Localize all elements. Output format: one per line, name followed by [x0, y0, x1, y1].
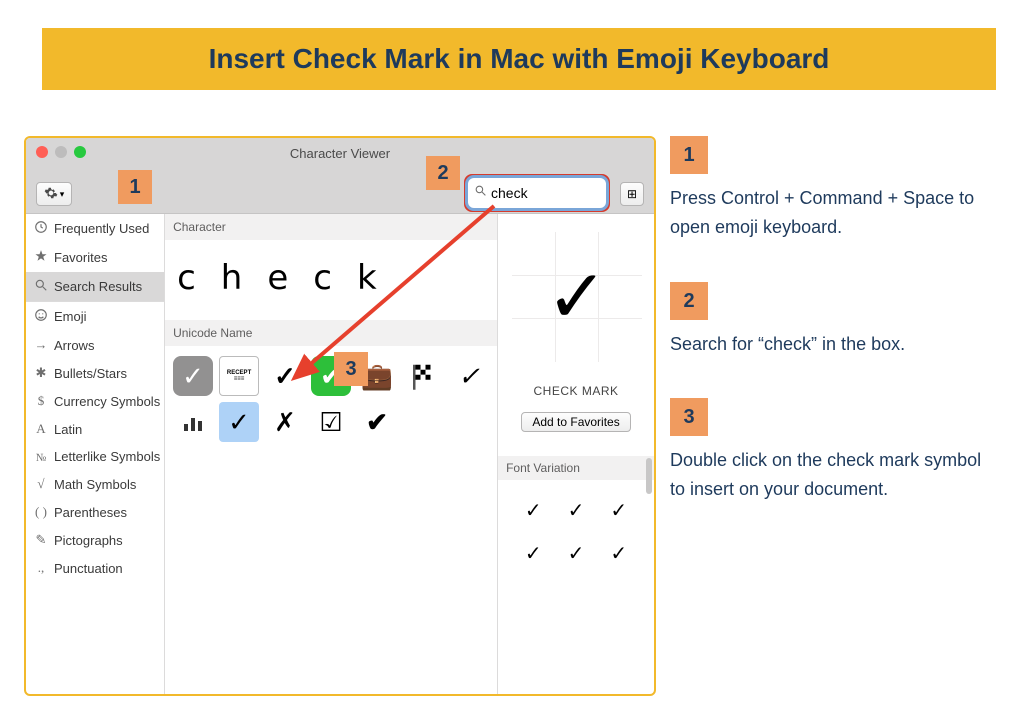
- add-to-favorites-button[interactable]: Add to Favorites: [521, 412, 630, 432]
- sidebar-item-label: Parentheses: [54, 505, 127, 520]
- result-light-check[interactable]: ✓: [449, 356, 489, 396]
- clock-icon: [34, 220, 48, 237]
- variation-glyph[interactable]: ✓: [568, 541, 585, 566]
- sidebar-item-label: Bullets/Stars: [54, 366, 127, 381]
- char-glyph[interactable]: c: [177, 258, 197, 298]
- variation-glyph[interactable]: ✓: [525, 541, 542, 566]
- smile-icon: [34, 308, 48, 325]
- sidebar-item-label: Search Results: [54, 279, 142, 294]
- step-1: 1 Press Control + Command + Space to ope…: [670, 136, 1000, 242]
- character-breakdown: check: [165, 240, 497, 320]
- sidebar: Frequently Used Favorites Search Results Em…: [26, 214, 165, 694]
- result-heavy-check[interactable]: ✓: [265, 356, 305, 396]
- step-number: 2: [670, 282, 708, 320]
- result-chart-bars[interactable]: [173, 402, 213, 442]
- sidebar-item-label: Punctuation: [54, 561, 123, 576]
- sidebar-item[interactable]: A Latin: [26, 415, 164, 443]
- asterisk-icon: ✱: [34, 365, 48, 381]
- quote-icon: .,: [34, 560, 48, 576]
- step-2: 2 Search for “check” in the box.: [670, 282, 1000, 359]
- sidebar-item[interactable]: Search Results: [26, 272, 164, 301]
- star-icon: [34, 249, 48, 266]
- sidebar-item[interactable]: № Letterlike Symbols: [26, 443, 164, 470]
- result-x-mark[interactable]: ✗: [265, 402, 305, 442]
- preview-panel: ✓ CHECK MARK Add to Favorites Font Varia…: [497, 214, 654, 694]
- result-ballot-box-check[interactable]: ✓: [173, 356, 213, 396]
- sidebar-item-label: Frequently Used: [54, 221, 149, 236]
- sidebar-item[interactable]: √ Math Symbols: [26, 470, 164, 498]
- sidebar-item[interactable]: ( ) Parentheses: [26, 498, 164, 526]
- char-glyph[interactable]: k: [357, 258, 378, 298]
- settings-menu-button[interactable]: ▾: [36, 182, 72, 206]
- step-text: Double click on the check mark symbol to…: [670, 446, 1000, 504]
- font-variations: ✓ ✓ ✓ ✓ ✓ ✓: [503, 480, 649, 584]
- search-field[interactable]: ✕: [468, 178, 606, 208]
- search-field-wrap: ✕: [468, 178, 606, 208]
- step-text: Press Control + Command + Space to open …: [670, 184, 1000, 242]
- sidebar-item[interactable]: ✎ Pictographs: [26, 526, 164, 554]
- sidebar-item[interactable]: $ Currency Symbols: [26, 387, 164, 415]
- step-3: 3 Double click on the check mark symbol …: [670, 398, 1000, 504]
- window-title: Character Viewer: [26, 146, 654, 161]
- No-icon: №: [34, 449, 48, 464]
- instructions: 1 Press Control + Command + Space to ope…: [670, 136, 1000, 504]
- sidebar-item-label: Latin: [54, 422, 82, 437]
- sidebar-item-label: Emoji: [54, 309, 87, 324]
- results-grid: ✓RECEPT≡≡≡✓✔💼✓✓✗☑✔: [165, 346, 497, 452]
- sidebar-item[interactable]: → Arrows: [26, 331, 164, 359]
- char-glyph[interactable]: h: [221, 258, 244, 298]
- step-text: Search for “check” in the box.: [670, 330, 1000, 359]
- variation-glyph[interactable]: ✓: [568, 498, 585, 523]
- annotation-badge-2: 2: [426, 156, 460, 190]
- sidebar-item[interactable]: Frequently Used: [26, 214, 164, 243]
- result-receipt[interactable]: RECEPT≡≡≡: [219, 356, 259, 396]
- A-icon: A: [34, 421, 48, 437]
- character-section-label: Character: [165, 214, 497, 240]
- preview-name: CHECK MARK: [534, 384, 619, 398]
- variation-glyph[interactable]: ✓: [525, 498, 542, 523]
- preview-glyph-area: ✓: [512, 232, 642, 362]
- page-title: Insert Check Mark in Mac with Emoji Keyb…: [209, 43, 830, 75]
- scrollbar[interactable]: [646, 458, 652, 494]
- dollar-icon: $: [34, 393, 48, 409]
- results-panel: Character check Unicode Name ✓RECEPT≡≡≡✓…: [165, 214, 497, 694]
- result-heavy-check-2[interactable]: ✔: [357, 402, 397, 442]
- char-glyph[interactable]: c: [313, 258, 333, 298]
- page-title-bar: Insert Check Mark in Mac with Emoji Keyb…: [42, 28, 996, 90]
- character-viewer-window: Character Viewer ▾ ✕ ⊞ Frequently Used Fa…: [24, 136, 656, 696]
- char-glyph[interactable]: e: [267, 258, 289, 298]
- chevron-down-icon: ▾: [60, 189, 65, 200]
- sidebar-item-label: Math Symbols: [54, 477, 136, 492]
- font-variation-label: Font Variation: [498, 456, 654, 480]
- variation-glyph[interactable]: ✓: [610, 498, 627, 523]
- preview-glyph: ✓: [512, 232, 642, 362]
- search-icon: [34, 278, 48, 295]
- sidebar-item-label: Pictographs: [54, 533, 123, 548]
- result-check-mark[interactable]: ✓: [219, 402, 259, 442]
- arrow-icon: →: [34, 337, 48, 353]
- collapse-icon: ⊞: [627, 187, 637, 201]
- sidebar-item[interactable]: ., Punctuation: [26, 554, 164, 582]
- variation-glyph[interactable]: ✓: [610, 541, 627, 566]
- sidebar-item-label: Arrows: [54, 338, 94, 353]
- pencil-icon: ✎: [34, 532, 48, 548]
- annotation-badge-3: 3: [334, 352, 368, 386]
- step-number: 3: [670, 398, 708, 436]
- step-number: 1: [670, 136, 708, 174]
- annotation-badge-1: 1: [118, 170, 152, 204]
- toggle-compact-button[interactable]: ⊞: [620, 182, 644, 206]
- sidebar-item[interactable]: Emoji: [26, 302, 164, 331]
- sidebar-item-label: Favorites: [54, 250, 107, 265]
- sidebar-item[interactable]: Favorites: [26, 243, 164, 272]
- sidebar-item-label: Letterlike Symbols: [54, 449, 160, 464]
- sqrt-icon: √: [34, 476, 48, 492]
- result-chequered-flag[interactable]: [403, 356, 443, 396]
- unicode-section-label: Unicode Name: [165, 320, 497, 346]
- sidebar-item[interactable]: ✱ Bullets/Stars: [26, 359, 164, 387]
- paren-icon: ( ): [34, 504, 48, 520]
- search-icon: [474, 184, 487, 202]
- sidebar-item-label: Currency Symbols: [54, 394, 160, 409]
- result-ballot-box[interactable]: ☑: [311, 402, 351, 442]
- gear-icon: [44, 186, 58, 203]
